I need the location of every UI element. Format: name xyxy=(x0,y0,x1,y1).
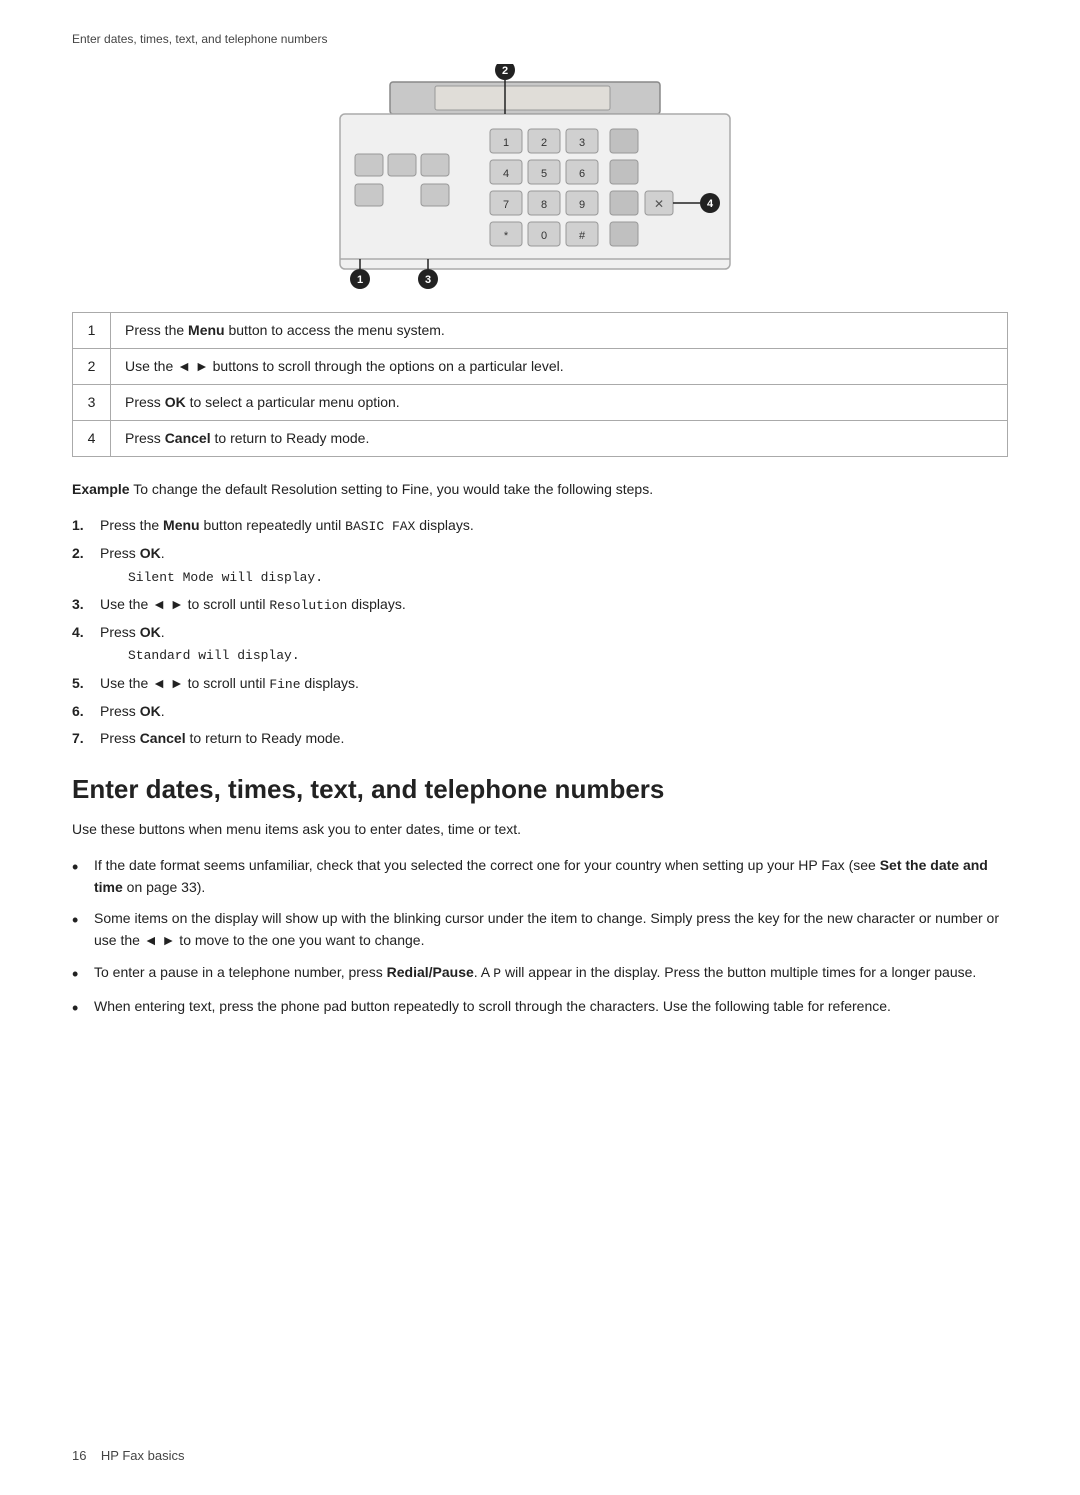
list-item: 4. Press OK. Standard will display. xyxy=(72,622,1008,667)
step-num: 4. xyxy=(72,622,100,644)
table-desc: Use the ◄ ► buttons to scroll through th… xyxy=(111,349,1008,385)
list-item: 3. Use the ◄ ► to scroll until Resolutio… xyxy=(72,594,1008,616)
breadcrumb: Enter dates, times, text, and telephone … xyxy=(72,32,1008,46)
table-row: 2 Use the ◄ ► buttons to scroll through … xyxy=(73,349,1008,385)
section-heading: Enter dates, times, text, and telephone … xyxy=(72,774,1008,805)
svg-text:1: 1 xyxy=(357,274,363,286)
fax-diagram: 1 2 3 4 5 6 7 8 9 ✕ * 0 # xyxy=(72,64,1008,294)
step-text: Use the ◄ ► to scroll until Resolution d… xyxy=(100,594,406,616)
step-text: Press Cancel to return to Ready mode. xyxy=(100,728,344,750)
table-row: 1 Press the Menu button to access the me… xyxy=(73,313,1008,349)
table-row: 4 Press Cancel to return to Ready mode. xyxy=(73,421,1008,457)
step-num: 3. xyxy=(72,594,100,616)
bullet-dot: • xyxy=(72,962,94,986)
list-item: 6. Press OK. xyxy=(72,701,1008,723)
step-num: 5. xyxy=(72,673,100,695)
list-item: • If the date format seems unfamiliar, c… xyxy=(72,855,1008,898)
table-desc: Press OK to select a particular menu opt… xyxy=(111,385,1008,421)
table-row: 3 Press OK to select a particular menu o… xyxy=(73,385,1008,421)
svg-text:4: 4 xyxy=(707,198,714,210)
table-desc: Press the Menu button to access the menu… xyxy=(111,313,1008,349)
page-number: 16 xyxy=(72,1448,86,1463)
svg-text:5: 5 xyxy=(541,168,547,180)
bullet-text: If the date format seems unfamiliar, che… xyxy=(94,855,1008,898)
list-item: • Some items on the display will show up… xyxy=(72,908,1008,951)
footer: 16 HP Fax basics xyxy=(72,1448,185,1463)
step-num: 1. xyxy=(72,515,100,537)
bullet-dot: • xyxy=(72,908,94,932)
bullet-dot: • xyxy=(72,855,94,879)
list-item: 7. Press Cancel to return to Ready mode. xyxy=(72,728,1008,750)
svg-text:9: 9 xyxy=(579,199,585,211)
table-desc: Press Cancel to return to Ready mode. xyxy=(111,421,1008,457)
step-text: Press OK. Standard will display. xyxy=(100,622,300,667)
step-num: 6. xyxy=(72,701,100,723)
section-label: HP Fax basics xyxy=(101,1448,185,1463)
bullet-text: Some items on the display will show up w… xyxy=(94,908,1008,951)
intro-paragraph: Use these buttons when menu items ask yo… xyxy=(72,819,1008,841)
bullet-list: • If the date format seems unfamiliar, c… xyxy=(72,855,1008,1021)
svg-text:#: # xyxy=(579,230,586,242)
table-num: 2 xyxy=(73,349,111,385)
table-num: 1 xyxy=(73,313,111,349)
reference-table: 1 Press the Menu button to access the me… xyxy=(72,312,1008,457)
svg-text:6: 6 xyxy=(579,168,585,180)
svg-text:3: 3 xyxy=(579,137,585,149)
svg-text:4: 4 xyxy=(503,168,509,180)
svg-text:7: 7 xyxy=(503,199,509,211)
step-text: Use the ◄ ► to scroll until Fine display… xyxy=(100,673,359,695)
svg-text:2: 2 xyxy=(502,65,508,77)
svg-text:1: 1 xyxy=(503,137,509,149)
svg-text:*: * xyxy=(504,230,509,242)
svg-text:2: 2 xyxy=(541,137,547,149)
step-text: Press OK. Silent Mode will display. xyxy=(100,543,323,588)
step-text: Press the Menu button repeatedly until B… xyxy=(100,515,474,537)
steps-list: 1. Press the Menu button repeatedly unti… xyxy=(72,515,1008,750)
list-item: • When entering text, press the phone pa… xyxy=(72,996,1008,1020)
list-item: • To enter a pause in a telephone number… xyxy=(72,962,1008,986)
bullet-dot: • xyxy=(72,996,94,1020)
list-item: 2. Press OK. Silent Mode will display. xyxy=(72,543,1008,588)
list-item: 1. Press the Menu button repeatedly unti… xyxy=(72,515,1008,537)
svg-text:✕: ✕ xyxy=(654,197,664,211)
svg-text:3: 3 xyxy=(425,274,431,286)
step-text: Press OK. xyxy=(100,701,165,723)
bullet-text: To enter a pause in a telephone number, … xyxy=(94,962,976,984)
sub-text: Silent Mode will display. xyxy=(100,568,323,588)
step-num: 2. xyxy=(72,543,100,565)
table-num: 4 xyxy=(73,421,111,457)
list-item: 5. Use the ◄ ► to scroll until Fine disp… xyxy=(72,673,1008,695)
table-num: 3 xyxy=(73,385,111,421)
bullet-text: When entering text, press the phone pad … xyxy=(94,996,891,1018)
svg-text:8: 8 xyxy=(541,199,547,211)
step-num: 7. xyxy=(72,728,100,750)
svg-text:0: 0 xyxy=(541,230,547,242)
example-paragraph: Example To change the default Resolution… xyxy=(72,479,1008,501)
sub-text: Standard will display. xyxy=(100,646,300,666)
